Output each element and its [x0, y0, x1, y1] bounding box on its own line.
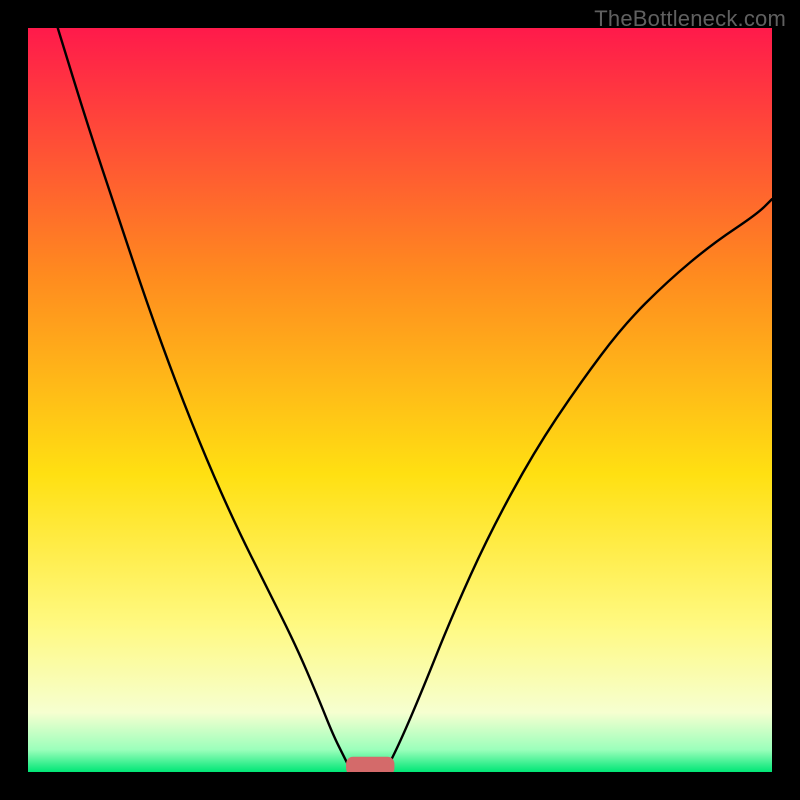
watermark-text: TheBottleneck.com	[594, 6, 786, 32]
plot-area	[28, 28, 772, 772]
bottleneck-chart	[28, 28, 772, 772]
bottleneck-marker	[346, 757, 394, 772]
chart-container: TheBottleneck.com	[0, 0, 800, 800]
